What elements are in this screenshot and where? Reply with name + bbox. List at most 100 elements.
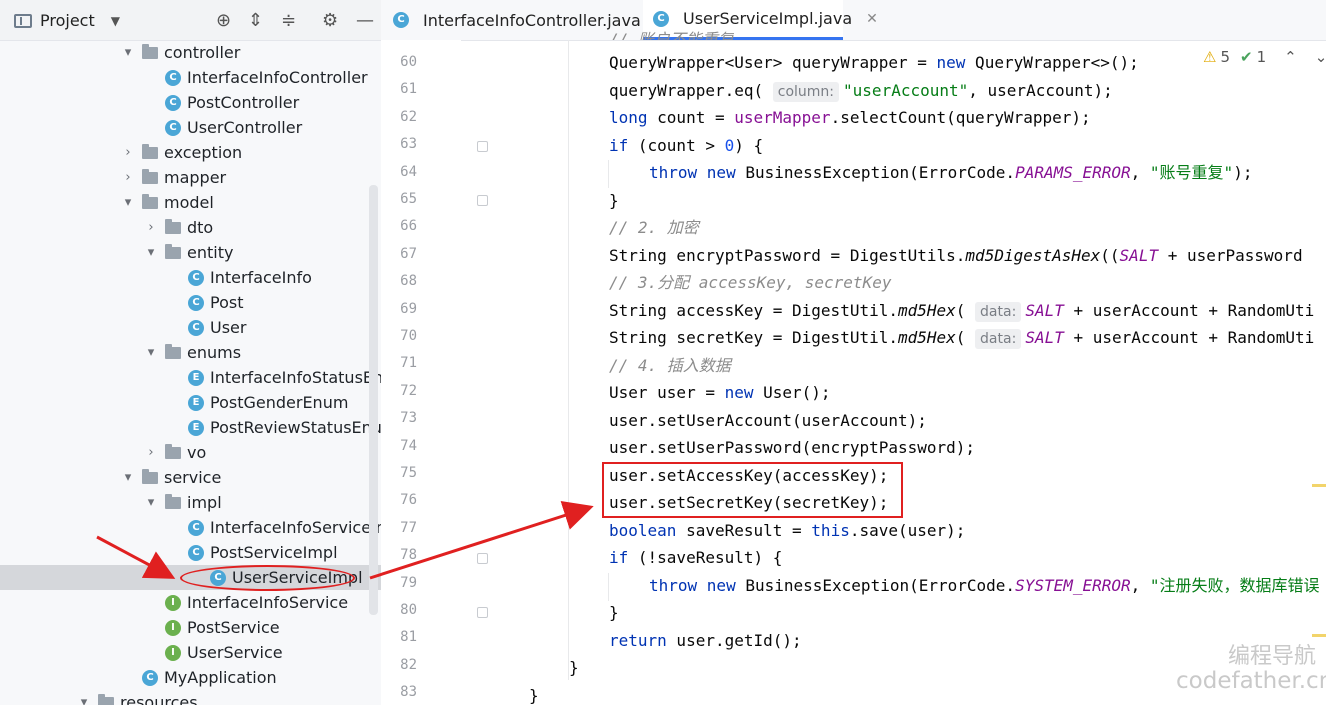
chevron-down-icon[interactable]: ▾ (120, 40, 136, 65)
tree-item[interactable]: C InterfaceInfoController (165, 65, 368, 90)
line-number: 81 (400, 629, 417, 646)
tree-item[interactable]: I InterfaceInfoService (165, 590, 348, 615)
chevron-down-icon[interactable]: ▾ (143, 240, 159, 265)
chevron-down-icon[interactable]: ▾ (120, 465, 136, 490)
tree-item[interactable]: ▾ resources (76, 690, 198, 705)
tree-item[interactable]: I PostService (165, 615, 280, 640)
tree-item[interactable]: ▾ model (120, 190, 214, 215)
line-number: 63 (400, 136, 417, 153)
chevron-right-icon[interactable]: › (120, 165, 136, 190)
code-line-68: // 3.分配 accessKey, secretKey (609, 273, 892, 292)
tree-item-label: User (210, 318, 247, 337)
tree-item-label: InterfaceInfoServiceImpl (210, 518, 381, 537)
tree-item[interactable]: › vo (143, 440, 206, 465)
tree-scrollbar[interactable] (369, 185, 378, 615)
project-panel: Project ▼ ⊕ ⇕ ≑ ⚙ — ▾ controller C Interfac… (0, 0, 381, 705)
tree-item[interactable]: C PostServiceImpl (188, 540, 338, 565)
line-number: 83 (400, 684, 417, 701)
line-number: 76 (400, 492, 417, 509)
code-line-60: QueryWrapper<User> queryWrapper = new Qu… (609, 53, 1139, 72)
tree-item[interactable]: › exception (120, 140, 242, 165)
class-icon: C (188, 519, 204, 536)
tree-item-label: vo (187, 443, 207, 462)
chevron-down-icon[interactable]: ▾ (76, 690, 92, 705)
fold-marker[interactable] (477, 607, 488, 618)
tree-item-label: mapper (164, 168, 227, 187)
indent-guide (608, 573, 609, 601)
line-number: 60 (400, 54, 417, 70)
line-number: 72 (400, 382, 417, 399)
chevron-right-icon[interactable]: › (143, 440, 159, 465)
tree-item[interactable]: C User (188, 315, 246, 340)
tree-item[interactable]: › mapper (120, 165, 226, 190)
tree-item[interactable]: ▾ entity (143, 240, 234, 265)
chevron-down-icon[interactable]: ⌄ (1315, 48, 1326, 66)
chevron-down-icon[interactable]: ▾ (143, 340, 159, 365)
tree-item[interactable]: C MyApplication (142, 665, 277, 690)
tree-item[interactable]: E PostReviewStatusEnum (188, 415, 381, 440)
editor-tabs: C InterfaceInfoController.java ✕ C UserS… (381, 0, 1326, 41)
gear-icon[interactable]: ⚙ (322, 10, 338, 31)
tree-item-label: UserService (187, 643, 283, 662)
code-line-78: if (!saveResult) { (609, 548, 783, 567)
tree-item-label: InterfaceInfoStatusEnum (210, 368, 381, 387)
tree-item[interactable]: E InterfaceInfoStatusEnum (188, 365, 381, 390)
param-hint: data: (975, 302, 1022, 322)
chevron-right-icon[interactable]: › (120, 140, 136, 165)
tree-item-label: PostReviewStatusEnum (210, 418, 381, 437)
tree-item[interactable]: ▾ impl (143, 490, 222, 515)
warning-count: 5 (1220, 48, 1230, 66)
fold-marker[interactable] (477, 553, 488, 564)
line-number: 73 (400, 410, 417, 427)
chevron-right-icon[interactable]: › (143, 215, 159, 240)
folder-icon (98, 693, 114, 705)
tree-item-label: controller (164, 43, 241, 62)
hide-panel-icon[interactable]: — (356, 10, 374, 31)
project-panel-header: Project ▼ ⊕ ⇕ ≑ ⚙ — (0, 0, 381, 41)
tab-interfaceinfocontroller[interactable]: C InterfaceInfoController.java ✕ (393, 0, 667, 40)
scrollbar-marker[interactable] (1312, 484, 1326, 487)
folder-icon (142, 193, 158, 209)
locate-icon[interactable]: ⊕ (216, 10, 231, 31)
chevron-down-icon[interactable]: ▾ (143, 490, 159, 515)
inspection-widget[interactable]: ⚠ 5 ✔ 1 ⌃ ⌄ (1203, 48, 1326, 66)
chevron-down-icon[interactable]: ▾ (120, 190, 136, 215)
tree-item[interactable]: C PostController (165, 90, 299, 115)
interface-icon: I (165, 644, 181, 661)
code-line-69: String accessKey = DigestUtil.md5Hex( da… (609, 301, 1315, 322)
chevron-down-icon: ▼ (110, 13, 120, 28)
close-icon[interactable]: ✕ (866, 11, 878, 27)
line-number: 79 (400, 574, 417, 591)
folder-icon (142, 468, 158, 484)
line-number: 71 (400, 355, 417, 372)
fold-marker[interactable] (477, 141, 488, 152)
folder-icon (165, 493, 181, 509)
class-icon: C (188, 544, 204, 561)
line-number: 62 (400, 108, 417, 125)
indent-guide (568, 40, 569, 680)
code-line-81: return user.getId(); (609, 631, 802, 650)
tree-item[interactable]: › dto (143, 215, 213, 240)
tree-item[interactable]: ▾ controller (120, 40, 241, 65)
highlight-box (602, 462, 903, 518)
code-line-66: // 2. 加密 (609, 218, 699, 237)
chevron-up-icon[interactable]: ⌃ (1284, 48, 1297, 66)
tree-item[interactable]: C InterfaceInfo (188, 265, 312, 290)
scrollbar-marker[interactable] (1312, 634, 1326, 637)
project-view-selector[interactable]: Project ▼ (14, 11, 120, 30)
folder-icon (142, 143, 158, 159)
tree-item[interactable]: E PostGenderEnum (188, 390, 348, 415)
line-number: 66 (400, 218, 417, 235)
tree-item[interactable]: I UserService (165, 640, 283, 665)
tree-item[interactable]: C UserController (165, 115, 302, 140)
expand-all-icon[interactable]: ⇕ (248, 10, 263, 31)
fold-marker[interactable] (477, 195, 488, 206)
tree-item[interactable]: ▾ service (120, 465, 222, 490)
tree-item[interactable]: C Post (188, 290, 243, 315)
line-number: 67 (400, 245, 417, 262)
interface-icon: I (165, 619, 181, 636)
tree-item[interactable]: ▾ enums (143, 340, 241, 365)
tree-item[interactable]: C InterfaceInfoServiceImpl (188, 515, 381, 540)
collapse-all-icon[interactable]: ≑ (281, 10, 296, 31)
project-icon (14, 13, 32, 28)
